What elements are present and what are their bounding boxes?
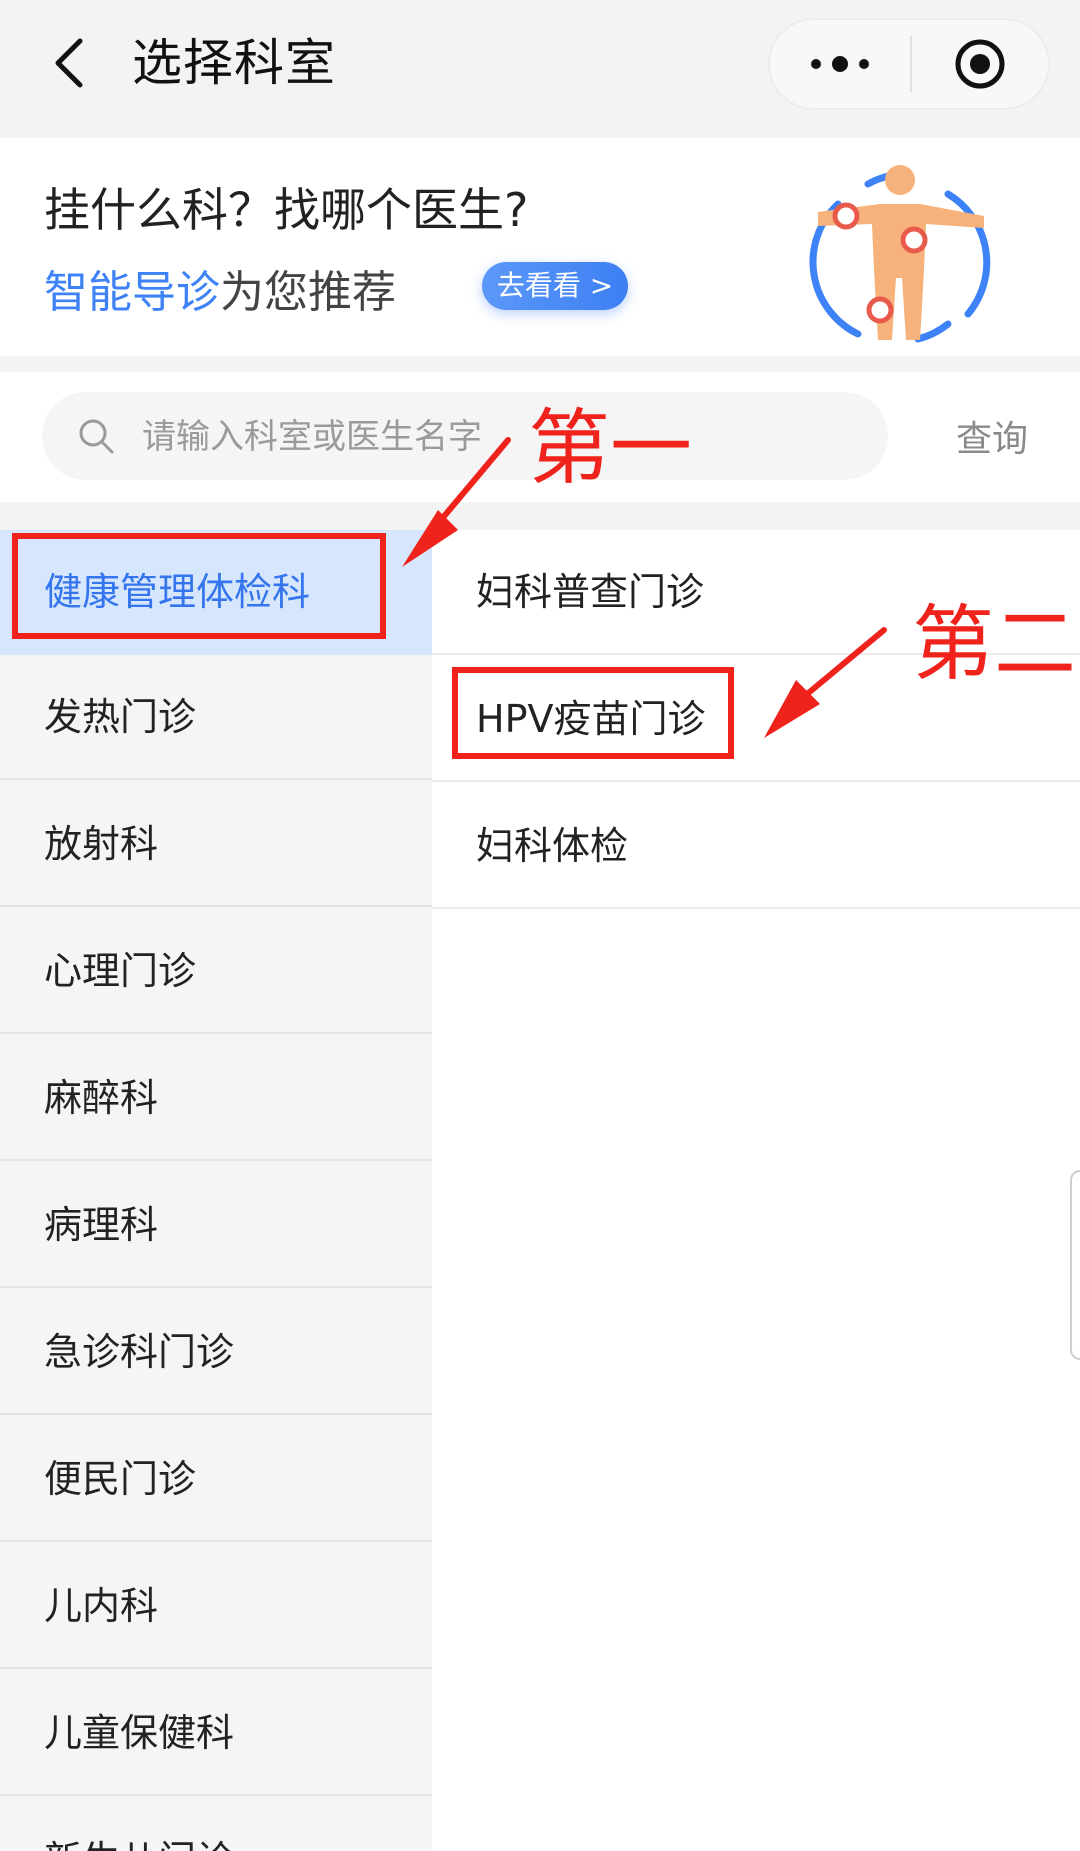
department-item-psychology[interactable]: 心理门诊 — [0, 909, 432, 1034]
department-item-pathology[interactable]: 病理科 — [0, 1163, 432, 1288]
department-item-anesthesia[interactable]: 麻醉科 — [0, 1036, 432, 1161]
mini-program-capsule — [768, 18, 1050, 110]
banner-subtitle: 智能导诊为您推荐 — [44, 256, 396, 320]
annotation-box-first — [12, 533, 386, 639]
scroll-handle[interactable] — [1070, 1170, 1080, 1360]
department-item-radiology[interactable]: 放射科 — [0, 782, 432, 907]
department-item-emergency[interactable]: 急诊科门诊 — [0, 1290, 432, 1415]
department-item-convenience[interactable]: 便民门诊 — [0, 1417, 432, 1542]
department-list[interactable]: 健康管理体检科 发热门诊 放射科 心理门诊 麻醉科 病理科 急诊科门诊 便民门诊… — [0, 530, 432, 1851]
smart-triage-banner[interactable]: 挂什么科？找哪个医生? 智能导诊为您推荐 去看看 > — [0, 138, 1080, 356]
department-item-pediatric-internal[interactable]: 儿内科 — [0, 1544, 432, 1669]
department-item-child-health[interactable]: 儿童保健科 — [0, 1671, 432, 1796]
search-icon — [79, 419, 114, 454]
more-button[interactable] — [770, 20, 910, 108]
banner-heading: 挂什么科？找哪个医生? — [44, 183, 529, 237]
banner-highlight: 智能导诊 — [44, 267, 220, 318]
search-input[interactable] — [140, 406, 864, 468]
more-dots-icon — [811, 56, 869, 72]
body-diagnosis-icon — [809, 165, 991, 343]
nav-bar: 选择科室 — [0, 0, 1080, 130]
department-item-fever-clinic[interactable]: 发热门诊 — [0, 655, 432, 780]
close-button[interactable] — [912, 20, 1048, 108]
back-button[interactable] — [38, 28, 98, 98]
annotation-label-first: 第一 — [528, 401, 693, 496]
page-title: 选择科室 — [132, 34, 336, 92]
sub-department-gyn-checkup[interactable]: 妇科体检 — [432, 784, 1080, 909]
target-circle-icon — [955, 39, 1005, 89]
department-item-neonatal[interactable]: 新生儿门诊 — [0, 1798, 432, 1851]
banner-sub-text: 为您推荐 — [220, 267, 396, 318]
query-button[interactable]: 查询 — [956, 410, 1028, 462]
chevron-left-icon — [55, 38, 83, 88]
go-see-button[interactable]: 去看看 > — [482, 262, 628, 310]
search-box[interactable] — [42, 392, 888, 480]
annotation-box-second — [452, 667, 734, 759]
annotation-label-second: 第二 — [912, 597, 1077, 692]
